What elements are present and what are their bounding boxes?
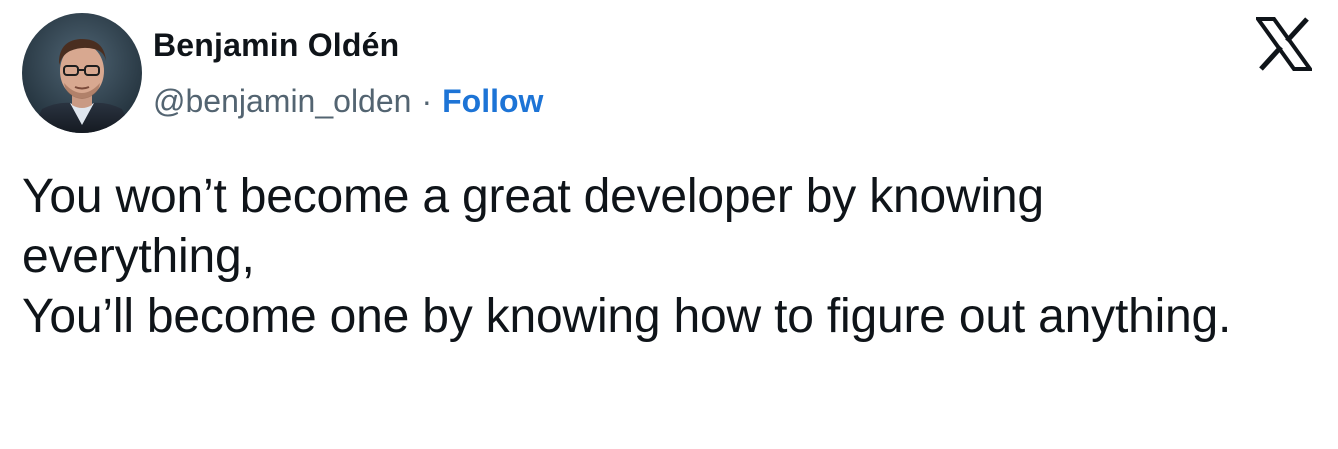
tweet-card: Benjamin Oldén @benjamin_olden · Follow … xyxy=(0,0,1338,449)
meta-separator: · xyxy=(421,83,433,119)
avatar-photo xyxy=(22,13,142,133)
display-name[interactable]: Benjamin Oldén xyxy=(153,27,399,64)
tweet-line: You’ll become one by knowing how to figu… xyxy=(22,290,1232,343)
x-logo-icon[interactable] xyxy=(1254,17,1314,71)
tweet-line: everything, xyxy=(22,230,255,283)
author-meta: @benjamin_olden · Follow xyxy=(153,83,543,120)
tweet-line: You won’t become a great developer by kn… xyxy=(22,170,1044,223)
user-handle[interactable]: @benjamin_olden xyxy=(153,83,411,120)
avatar[interactable] xyxy=(22,13,142,133)
follow-button[interactable]: Follow xyxy=(442,83,543,120)
tweet-text: You won’t become a great developer by kn… xyxy=(22,167,1332,347)
